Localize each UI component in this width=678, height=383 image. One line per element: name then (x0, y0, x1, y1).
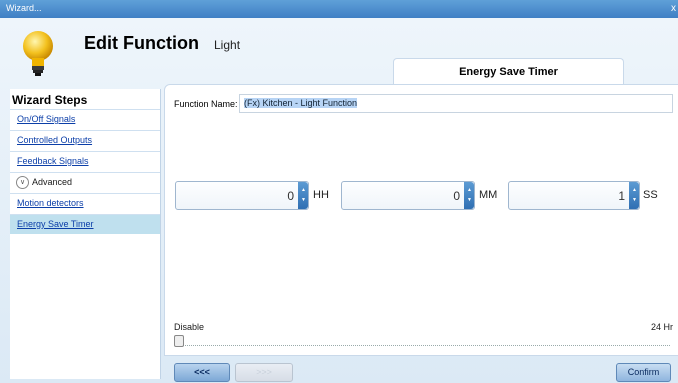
spin-up-icon[interactable]: ▲ (301, 187, 306, 193)
sidebar-item-feedback-signals[interactable]: Feedback Signals (10, 151, 160, 171)
sidebar-item-label[interactable]: Motion detectors (17, 198, 84, 208)
sidebar-item-energy-save-timer[interactable]: Energy Save Timer (10, 214, 160, 234)
window-titlebar: Wizard... x (0, 0, 678, 18)
close-icon[interactable]: x (671, 3, 676, 14)
sidebar-item-label: Advanced (32, 177, 73, 187)
spin-up-icon[interactable]: ▲ (467, 187, 472, 193)
function-name-input[interactable]: (Fx) Kitchen - Light Function (239, 94, 673, 113)
spin-down-icon[interactable]: ▼ (632, 197, 637, 203)
sidebar-item-label[interactable]: Controlled Outputs (17, 135, 92, 145)
spin-up-icon[interactable]: ▲ (632, 187, 637, 193)
hours-unit: HH (313, 189, 329, 201)
chevron-down-icon[interactable]: ∨ (16, 176, 29, 189)
minutes-spin-buttons[interactable]: ▲ ▼ (464, 182, 474, 209)
hours-stepper[interactable]: 0 ▲ ▼ (175, 181, 309, 210)
tab-energy-save-timer[interactable]: Energy Save Timer (393, 58, 624, 85)
sidebar-item-controlled-outputs[interactable]: Controlled Outputs (10, 130, 160, 150)
timer-slider-track[interactable] (178, 345, 670, 347)
sidebar-item-label[interactable]: On/Off Signals (17, 114, 75, 124)
sidebar-item-label[interactable]: Energy Save Timer (17, 219, 94, 229)
minutes-unit: MM (479, 189, 498, 201)
minutes-stepper[interactable]: 0 ▲ ▼ (341, 181, 475, 210)
sidebar-item-advanced[interactable]: ∨ Advanced (10, 172, 160, 192)
minutes-value: 0 (453, 189, 460, 203)
sidebar-item-motion-detectors[interactable]: Motion detectors (10, 193, 160, 213)
slider-min-label: Disable (174, 322, 205, 332)
hours-spin-buttons[interactable]: ▲ ▼ (298, 182, 308, 209)
spin-down-icon[interactable]: ▼ (467, 197, 472, 203)
confirm-button[interactable]: Confirm (616, 363, 671, 382)
sidebar-item-on-off-signals[interactable]: On/Off Signals (10, 109, 160, 129)
next-button[interactable]: >>> (235, 363, 293, 382)
seconds-stepper[interactable]: 1 ▲ ▼ (508, 181, 640, 210)
function-name-label: Function Name: (174, 99, 238, 109)
seconds-value: 1 (618, 189, 625, 203)
seconds-spin-buttons[interactable]: ▲ ▼ (629, 182, 639, 209)
lightbulb-icon (23, 31, 53, 76)
back-button[interactable]: <<< (174, 363, 230, 382)
content-panel (164, 84, 678, 356)
slider-max-label: 24 Hr (651, 322, 674, 332)
page-title: Edit Function (84, 33, 199, 53)
sidebar-item-label[interactable]: Feedback Signals (17, 156, 89, 166)
sidebar-heading: Wizard Steps (12, 93, 88, 107)
page-subtitle: Light (214, 38, 241, 52)
function-name-value: (Fx) Kitchen - Light Function (244, 98, 358, 108)
hours-value: 0 (287, 189, 294, 203)
spin-down-icon[interactable]: ▼ (301, 197, 306, 203)
window-title: Wizard... (6, 3, 42, 13)
seconds-unit: SS (643, 189, 658, 201)
wizard-steps-sidebar: Wizard Steps On/Off Signals Controlled O… (10, 89, 161, 379)
timer-slider-thumb[interactable] (174, 335, 184, 347)
